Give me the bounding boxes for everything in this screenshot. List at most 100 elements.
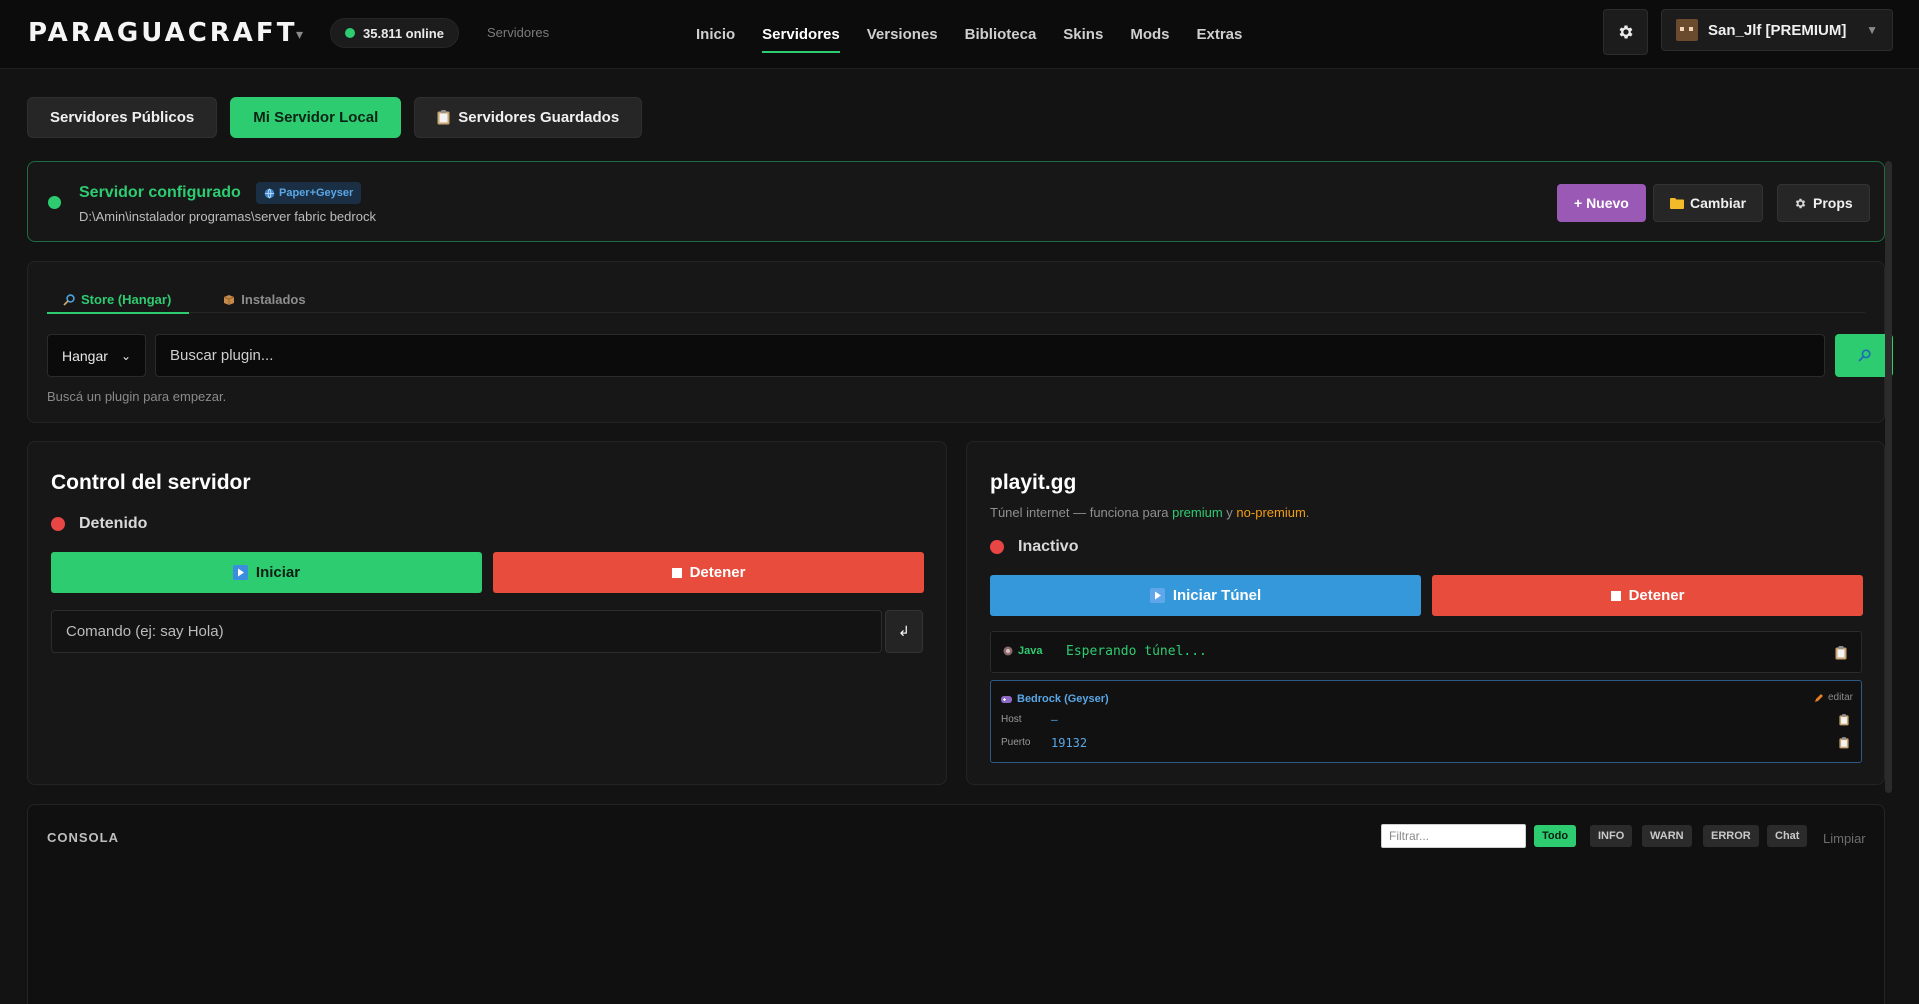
port-value: 19132 xyxy=(1051,736,1088,750)
playit-subtitle-nopremium: no-premium xyxy=(1236,505,1306,520)
start-server-label: Iniciar xyxy=(255,564,301,581)
send-command-button[interactable]: ↲ xyxy=(885,610,923,653)
copy-icon[interactable] xyxy=(1839,737,1849,749)
bedrock-label-text: Bedrock (Geyser) xyxy=(1017,693,1109,705)
plugin-search-hint: Buscá un plugin para empezar. xyxy=(47,389,227,404)
gear-icon xyxy=(1795,198,1806,208)
plugin-store-panel: Store (Hangar) Instalados Hangar ⌄ Busca… xyxy=(27,261,1893,423)
nav-biblioteca[interactable]: Biblioteca xyxy=(965,22,1037,47)
play-icon xyxy=(1149,588,1165,603)
java-tunnel-status: Esperando túnel... xyxy=(1066,644,1207,659)
port-label: Puerto xyxy=(1001,737,1031,748)
chevron-down-icon: ⌄ xyxy=(120,348,131,363)
nav-skins[interactable]: Skins xyxy=(1063,22,1103,47)
nav-extras[interactable]: Extras xyxy=(1197,22,1243,47)
filter-chat-button[interactable]: Chat xyxy=(1767,825,1808,847)
playit-subtitle-dot: . xyxy=(1305,505,1310,520)
bedrock-tunnel-box: Bedrock (Geyser) editar Host – Puerto 19… xyxy=(990,680,1862,763)
java-tunnel-label: Java xyxy=(1003,645,1042,657)
brand-logo[interactable]: PARAGUACRAFT xyxy=(28,18,297,48)
server-type-badge: Paper+Geyser xyxy=(256,182,362,204)
clipboard-icon xyxy=(437,110,450,125)
playit-subtitle-and: y xyxy=(1222,505,1237,520)
tab-local-server[interactable]: Mi Servidor Local xyxy=(230,97,402,138)
plugin-search-input[interactable]: Buscar plugin... xyxy=(155,334,1825,377)
stop-server-label: Detener xyxy=(689,564,746,581)
playit-subtitle: Túnel internet — funciona para premium y… xyxy=(990,505,1309,520)
stop-tunnel-button[interactable]: Detener xyxy=(1432,575,1863,616)
enter-icon: ↲ xyxy=(898,623,910,639)
new-server-button[interactable]: + Nuevo xyxy=(1557,184,1646,222)
server-control-panel: Control del servidor Detenido Iniciar De… xyxy=(27,441,947,785)
tab-saved-servers[interactable]: Servidores Guardados xyxy=(414,97,643,138)
playit-panel: playit.gg Túnel internet — funciona para… xyxy=(966,441,1885,785)
tab-installed[interactable]: Instalados xyxy=(207,286,323,313)
filter-info-button[interactable]: INFO xyxy=(1590,825,1633,847)
config-status-dot-icon xyxy=(48,196,61,209)
edit-bedrock-button[interactable]: editar xyxy=(1814,692,1853,703)
command-placeholder: Comando (ej: say Hola) xyxy=(66,623,224,640)
stop-tunnel-label: Detener xyxy=(1628,587,1685,604)
host-value: – xyxy=(1051,713,1058,726)
tab-store-hangar[interactable]: Store (Hangar) xyxy=(47,286,190,314)
command-input[interactable]: Comando (ej: say Hola) xyxy=(51,610,882,653)
settings-button[interactable] xyxy=(1603,9,1648,55)
page-scrollbar[interactable] xyxy=(1885,161,1892,793)
nav-mods[interactable]: Mods xyxy=(1130,22,1169,47)
start-tunnel-button[interactable]: Iniciar Túnel xyxy=(990,575,1421,616)
stop-icon xyxy=(671,567,682,578)
server-status-text: Detenido xyxy=(79,515,148,532)
package-icon xyxy=(224,294,235,305)
gamepad-icon xyxy=(1001,695,1012,703)
clear-console-button[interactable]: Limpiar xyxy=(1823,831,1866,846)
brand-menu-caret-icon[interactable]: ▾ xyxy=(296,26,303,43)
plugin-source-select[interactable]: Hangar ⌄ xyxy=(47,334,146,377)
filter-error-button[interactable]: ERROR xyxy=(1703,825,1759,847)
breadcrumb: Servidores xyxy=(487,25,550,40)
console-panel: CONSOLA Filtrar... Todo INFO WARN ERROR … xyxy=(27,804,1885,1004)
tunnel-status-text: Inactivo xyxy=(1018,538,1079,555)
new-server-label: + Nuevo xyxy=(1574,195,1629,211)
plugin-search-placeholder: Buscar plugin... xyxy=(170,347,274,364)
tab-saved-label: Servidores Guardados xyxy=(458,109,620,126)
bedrock-tunnel-label: Bedrock (Geyser) xyxy=(1001,693,1109,705)
search-icon xyxy=(1857,349,1871,362)
copy-icon[interactable] xyxy=(1835,646,1847,660)
nav-servidores[interactable]: Servidores xyxy=(762,22,840,53)
plugin-source-value: Hangar xyxy=(62,347,108,364)
tab-local-label: Mi Servidor Local xyxy=(253,109,379,126)
start-server-button[interactable]: Iniciar xyxy=(51,552,482,593)
server-control-title: Control del servidor xyxy=(51,471,251,494)
server-type-label: Paper+Geyser xyxy=(279,187,354,199)
server-path: D:\Amin\instalador programas\server fabr… xyxy=(79,209,376,224)
filter-warn-button[interactable]: WARN xyxy=(1642,825,1692,847)
online-count-badge: 35.811 online xyxy=(330,18,459,48)
status-dot-icon xyxy=(51,517,65,531)
server-tabs: Servidores Públicos Mi Servidor Local Se… xyxy=(27,97,643,138)
console-filter-input[interactable]: Filtrar... xyxy=(1381,824,1526,848)
top-navbar: PARAGUACRAFT ▾ 35.811 online Servidores … xyxy=(0,0,1919,69)
nav-inicio[interactable]: Inicio xyxy=(696,22,735,47)
tab-public-servers[interactable]: Servidores Públicos xyxy=(27,97,218,138)
gear-icon xyxy=(1619,25,1633,39)
avatar xyxy=(1676,19,1698,41)
props-button[interactable]: Props xyxy=(1777,184,1870,222)
java-label-text: Java xyxy=(1018,645,1043,657)
tab-public-label: Servidores Públicos xyxy=(50,109,195,126)
main-nav: Inicio Servidores Versiones Biblioteca S… xyxy=(696,0,1242,69)
stop-server-button[interactable]: Detener xyxy=(493,552,924,593)
stop-icon xyxy=(1610,590,1621,601)
user-menu-button[interactable]: San_Jlf [PREMIUM] ▼ xyxy=(1661,9,1893,51)
copy-icon[interactable] xyxy=(1839,714,1849,726)
filter-todo-button[interactable]: Todo xyxy=(1534,825,1577,847)
console-filter-placeholder: Filtrar... xyxy=(1389,829,1430,843)
change-server-button[interactable]: Cambiar xyxy=(1653,184,1764,222)
plugin-tabs: Store (Hangar) Instalados xyxy=(47,286,1865,314)
nav-versiones[interactable]: Versiones xyxy=(867,22,938,47)
host-label: Host xyxy=(1001,714,1022,725)
server-config-card: Servidor configurado Paper+Geyser D:\Ami… xyxy=(27,161,1885,242)
change-server-label: Cambiar xyxy=(1690,195,1747,211)
online-status-dot-icon xyxy=(345,28,355,38)
edit-label: editar xyxy=(1827,692,1853,703)
server-status: Detenido xyxy=(51,515,147,533)
